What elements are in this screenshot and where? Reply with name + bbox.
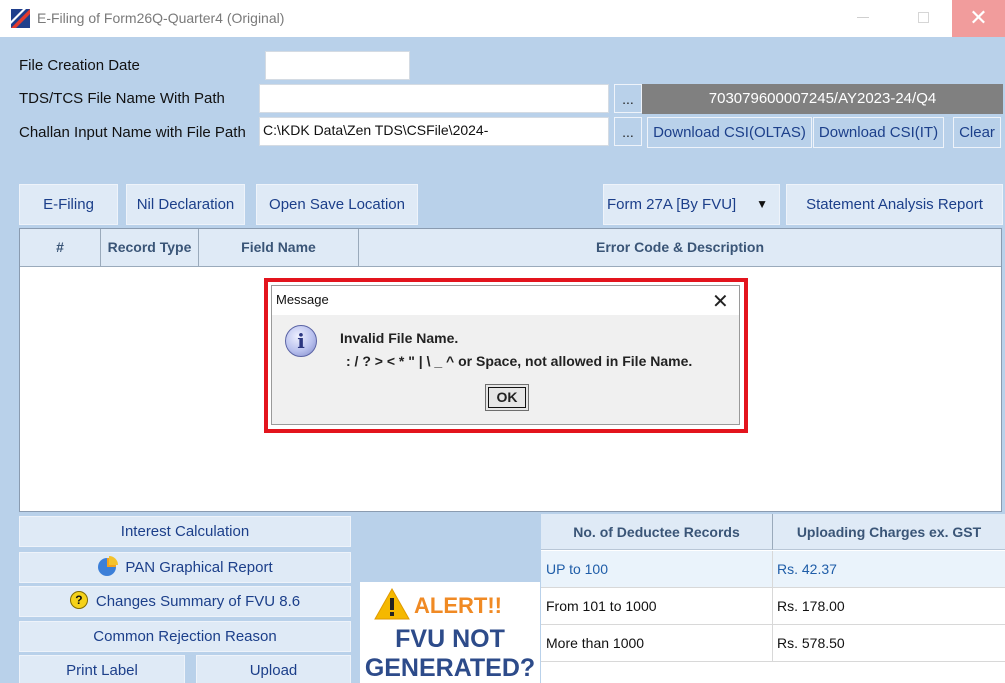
- info-icon: i: [285, 325, 317, 357]
- grid-header: # Record Type Field Name Error Code & De…: [20, 229, 1001, 267]
- column-header-field-name[interactable]: Field Name: [199, 229, 359, 266]
- column-header-number[interactable]: #: [20, 229, 101, 266]
- dialog-title-bar: Message ✕: [272, 286, 739, 315]
- charge-cell: Rs. 578.50: [777, 635, 845, 651]
- alert-message: FVU NOT GENERATED?: [360, 625, 540, 683]
- title-bar: E-Filing of Form26Q-Quarter4 (Original) …: [0, 0, 1005, 37]
- tds-file-browse-button[interactable]: ...: [614, 84, 642, 113]
- statement-analysis-button[interactable]: Statement Analysis Report: [786, 184, 1003, 225]
- charges-header-amount: Uploading Charges ex. GST: [773, 514, 1005, 550]
- pan-graphical-report-button[interactable]: PAN Graphical Report: [19, 552, 351, 583]
- tds-file-field[interactable]: [259, 84, 609, 113]
- download-csi-oltas-button[interactable]: Download CSI(OLTAS): [647, 117, 812, 148]
- charge-cell: Rs. 178.00: [777, 598, 845, 614]
- uploading-charges-table: No. of Deductee Records Uploading Charge…: [541, 514, 1005, 683]
- challan-browse-button[interactable]: ...: [614, 117, 642, 146]
- close-button[interactable]: ✕: [952, 0, 1005, 37]
- window-title: E-Filing of Form26Q-Quarter4 (Original): [37, 10, 285, 26]
- nil-declaration-button[interactable]: Nil Declaration: [126, 184, 245, 225]
- records-cell: From 101 to 1000: [546, 598, 657, 614]
- message-dialog: Message ✕ i Invalid File Name. : / ? > <…: [271, 285, 740, 425]
- question-icon: ?: [69, 591, 88, 610]
- open-save-location-button[interactable]: Open Save Location: [256, 184, 418, 225]
- efiling-button[interactable]: E-Filing: [19, 184, 118, 225]
- tds-file-label: TDS/TCS File Name With Path: [19, 90, 225, 107]
- download-csi-it-button[interactable]: Download CSI(IT): [813, 117, 944, 148]
- changes-summary-button[interactable]: ? Changes Summary of FVU 8.6: [19, 586, 351, 617]
- ok-button[interactable]: OK: [485, 384, 529, 411]
- minimize-button[interactable]: [857, 17, 869, 18]
- table-row[interactable]: From 101 to 1000 Rs. 178.00: [541, 588, 1005, 625]
- pan-graphical-report-label: PAN Graphical Report: [125, 559, 273, 576]
- challan-label: Challan Input Name with File Path: [19, 124, 246, 141]
- form27a-selected: Form 27A [By FVU]: [607, 196, 737, 213]
- file-creation-date-label: File Creation Date: [19, 57, 140, 74]
- records-cell: UP to 100: [546, 561, 609, 577]
- interest-calculation-button[interactable]: Interest Calculation: [19, 516, 351, 547]
- charge-cell: Rs. 42.37: [777, 561, 837, 577]
- app-logo-icon: [11, 9, 30, 28]
- changes-summary-label: Changes Summary of FVU 8.6: [95, 593, 301, 610]
- common-rejection-button[interactable]: Common Rejection Reason: [19, 621, 351, 652]
- form27a-dropdown[interactable]: Form 27A [By FVU] ▼: [603, 184, 780, 225]
- records-cell: More than 1000: [546, 635, 645, 651]
- clear-button[interactable]: Clear: [953, 117, 1001, 148]
- dialog-close-icon[interactable]: ✕: [712, 289, 729, 314]
- fvu-alert-banner[interactable]: ALERT!! FVU NOT GENERATED?: [360, 582, 540, 683]
- token-number: 703079600007245/AY2023-24/Q4: [642, 84, 1003, 114]
- alert-word: ALERT!!: [414, 593, 502, 618]
- charges-header-records: No. of Deductee Records: [541, 514, 773, 550]
- file-creation-date-field[interactable]: [265, 51, 410, 80]
- print-label-button[interactable]: Print Label: [19, 655, 185, 683]
- table-row[interactable]: More than 1000 Rs. 578.50: [541, 625, 1005, 662]
- pie-chart-icon: [98, 556, 119, 577]
- maximize-button[interactable]: [918, 12, 929, 23]
- column-header-record-type[interactable]: Record Type: [101, 229, 199, 266]
- warning-icon: [374, 588, 410, 620]
- dialog-message-detail: : / ? > < * " | \ _ ^ or Space, not allo…: [346, 353, 693, 369]
- dialog-title: Message: [276, 292, 329, 307]
- upload-button[interactable]: Upload: [196, 655, 351, 683]
- challan-file-field[interactable]: C:\KDK Data\Zen TDS\CSFile\2024-: [259, 117, 609, 146]
- alert-line-1: FVU NOT: [395, 625, 505, 653]
- alert-line-2: GENERATED?: [364, 654, 536, 682]
- dropdown-arrow-icon: ▼: [756, 197, 768, 211]
- dialog-message-title: Invalid File Name.: [340, 330, 459, 346]
- table-row[interactable]: UP to 100 Rs. 42.37: [541, 551, 1005, 588]
- column-header-error-description[interactable]: Error Code & Description: [359, 229, 1001, 266]
